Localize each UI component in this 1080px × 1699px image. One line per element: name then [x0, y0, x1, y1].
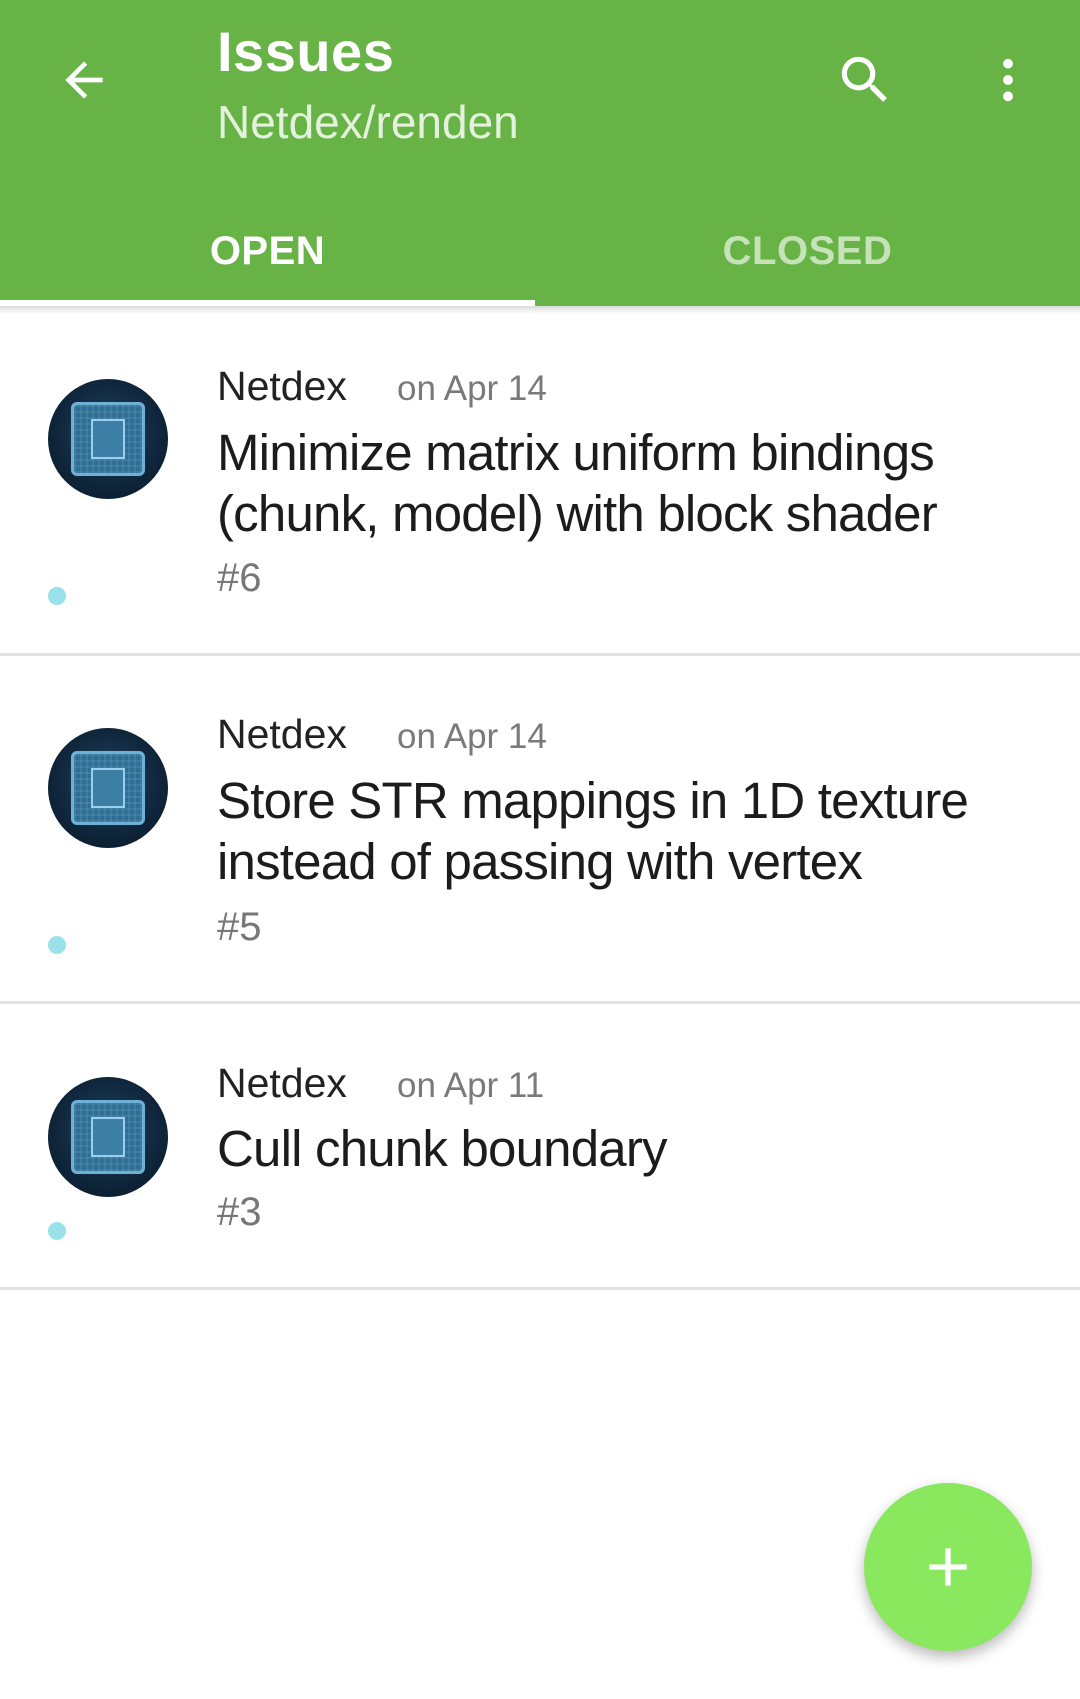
add-issue-button[interactable] — [864, 1483, 1032, 1651]
back-button[interactable] — [44, 40, 124, 120]
chip-image — [71, 751, 145, 825]
issue-row[interactable]: Netdex on Apr 11 Cull chunk boundary #3 — [0, 1007, 1080, 1290]
chip-image — [71, 402, 145, 476]
issue-row[interactable]: Netdex on Apr 14 Store STR mappings in 1… — [0, 659, 1080, 1004]
issue-number: #3 — [217, 1190, 262, 1234]
issue-row[interactable]: Netdex on Apr 14 Minimize matrix uniform… — [0, 314, 1080, 656]
issue-title: Minimize matrix uniform bindings (chunk,… — [217, 424, 938, 542]
issue-date: on Apr 14 — [397, 717, 547, 756]
repo-subtitle: Netdex/renden — [217, 96, 519, 148]
chip-image — [71, 1100, 145, 1174]
issue-author[interactable]: Netdex — [217, 709, 347, 759]
issue-number: #5 — [217, 905, 262, 949]
more-options-button[interactable] — [970, 40, 1046, 120]
search-button[interactable] — [820, 40, 910, 120]
issue-title: Store STR mappings in 1D texture instead… — [217, 772, 969, 890]
unread-dot — [48, 587, 66, 605]
issue-author[interactable]: Netdex — [217, 1058, 347, 1108]
arrow-back-icon — [65, 61, 103, 99]
issue-date: on Apr 11 — [397, 1066, 545, 1105]
app-bar-shadow — [0, 306, 1080, 314]
plus-icon — [929, 1548, 967, 1586]
search-icon — [841, 56, 887, 102]
avatar[interactable] — [48, 1077, 168, 1197]
avatar[interactable] — [48, 728, 168, 848]
page-title: Issues — [217, 20, 395, 83]
issues-screen: Issues Netdex/renden OPEN CLOSED Netdex … — [0, 0, 1080, 1699]
tab-open[interactable]: OPEN — [0, 196, 535, 306]
issue-title: Cull chunk boundary — [217, 1120, 668, 1177]
avatar[interactable] — [48, 379, 168, 499]
issue-number: #6 — [217, 556, 262, 600]
unread-dot — [48, 1222, 66, 1240]
app-bar: Issues Netdex/renden OPEN CLOSED — [0, 0, 1080, 307]
unread-dot — [48, 936, 66, 954]
more-vert-icon — [1003, 58, 1013, 102]
issue-date: on Apr 14 — [397, 369, 547, 408]
issue-author[interactable]: Netdex — [217, 361, 347, 411]
tab-closed[interactable]: CLOSED — [535, 196, 1080, 306]
